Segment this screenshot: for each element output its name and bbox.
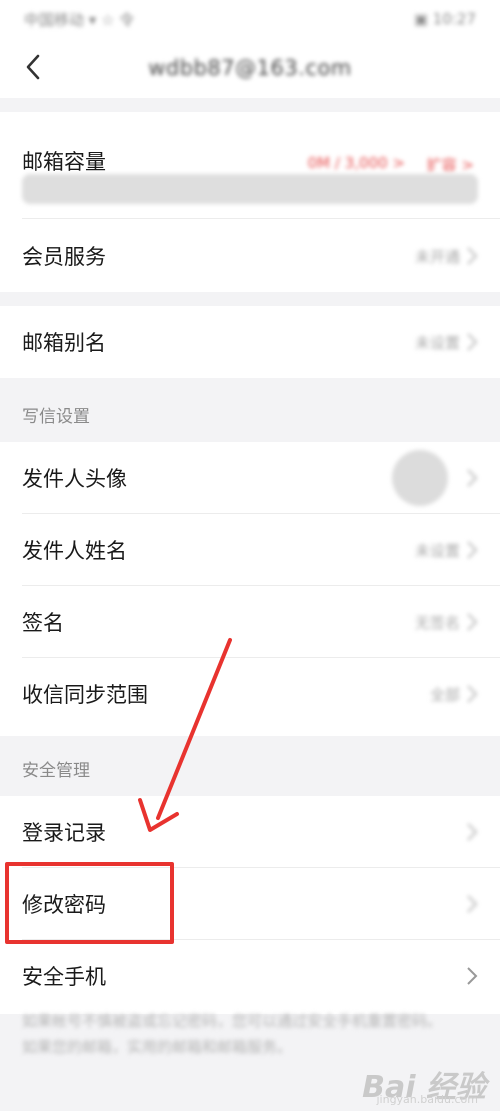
chevron-right-icon (467, 685, 478, 703)
sync-range-value: 全部 (429, 685, 460, 704)
chevron-right-icon (467, 895, 478, 913)
security-footer-note: 如果帐号不慎被盗或忘记密码，您可以通过安全手机重置密码。如果您的邮箱，实用的邮箱… (22, 1012, 443, 1056)
chevron-left-icon[interactable] (18, 52, 48, 82)
signature-row[interactable]: 签名 无签名 (0, 586, 500, 658)
chevron-right-icon (467, 823, 478, 841)
status-right: ▣ 10:27 (414, 10, 476, 28)
capacity-value[interactable]: 0M / 3,000 > (308, 154, 405, 172)
signature-value: 无签名 (414, 613, 460, 632)
sender-name-label: 发件人姓名 (22, 539, 127, 563)
compose-settings-header: 写信设置 (0, 382, 500, 446)
login-records-row[interactable]: 登录记录 (0, 796, 500, 868)
signature-label: 签名 (22, 611, 64, 635)
sender-name-value: 未设置 (414, 541, 460, 560)
compose-settings-section: 发件人头像 发件人姓名 未设置 签名 无签名 收信同步范围 全部 (0, 442, 500, 736)
chevron-right-icon (467, 469, 478, 487)
sync-range-label: 收信同步范围 (22, 683, 148, 707)
divider (22, 218, 500, 219)
chevron-right-icon (467, 967, 478, 985)
alias-section: 邮箱别名 未设置 (0, 306, 500, 378)
status-bar: 中国移动 ▾ ☆ 令 ▣ 10:27 (0, 0, 500, 38)
watermark-url: jingyan.baidu.com (376, 1093, 478, 1106)
sync-range-row[interactable]: 收信同步范围 全部 (0, 658, 500, 730)
security-phone-label: 安全手机 (22, 965, 106, 989)
carrier-text: 中国移动 ▾ ☆ 令 (24, 10, 135, 29)
security-header: 安全管理 (0, 736, 500, 800)
member-service-value: 未开通 (414, 247, 460, 266)
chevron-right-icon (467, 333, 478, 351)
chevron-right-icon (467, 247, 478, 265)
annotation-highlight-box (5, 862, 174, 944)
sender-name-row[interactable]: 发件人姓名 未设置 (0, 514, 500, 586)
sender-avatar-label: 发件人头像 (22, 467, 127, 491)
capacity-progress-bar (22, 174, 478, 204)
avatar[interactable] (392, 450, 448, 506)
page-title: wdbb87@163.com (148, 56, 352, 80)
nav-bar: wdbb87@163.com (0, 38, 500, 98)
login-records-label: 登录记录 (22, 821, 106, 845)
alias-row[interactable]: 邮箱别名 未设置 (0, 306, 500, 378)
capacity-label: 邮箱容量 (22, 150, 106, 174)
member-service-row[interactable]: 会员服务 未开通 (0, 220, 500, 292)
time-text: ▣ 10:27 (413, 10, 476, 28)
security-phone-row[interactable]: 安全手机 (0, 940, 500, 1012)
member-service-label: 会员服务 (22, 245, 106, 269)
alias-value: 未设置 (414, 333, 460, 352)
expand-capacity-link[interactable]: 扩容 > (427, 154, 474, 175)
chevron-right-icon (467, 541, 478, 559)
chevron-right-icon (467, 613, 478, 631)
sender-avatar-row[interactable]: 发件人头像 (0, 442, 500, 514)
alias-label: 邮箱别名 (22, 331, 106, 355)
